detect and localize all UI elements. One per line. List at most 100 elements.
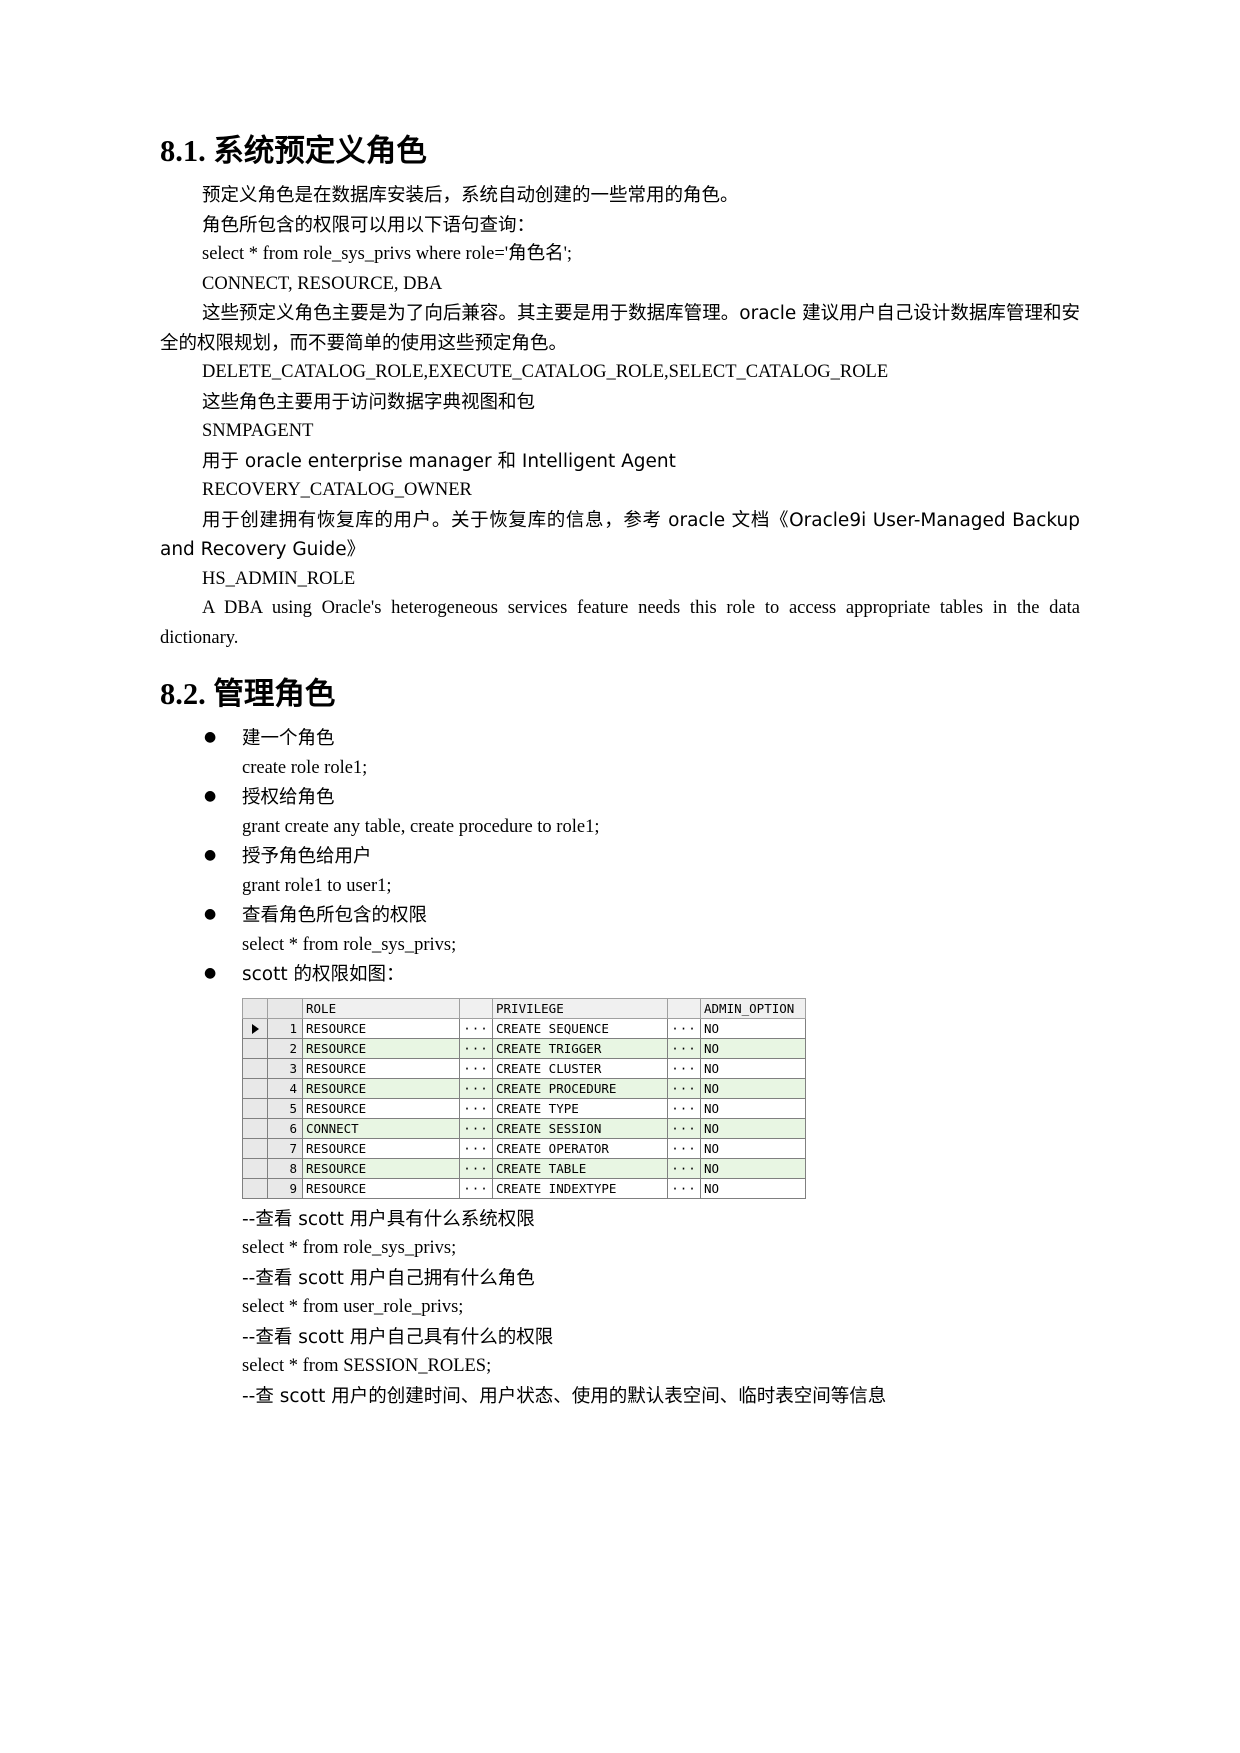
- paragraph-hs-admin-desc: A DBA using Oracle's heterogeneous servi…: [160, 598, 1080, 648]
- cell-privilege-ellipsis[interactable]: ···: [667, 1037, 701, 1059]
- bullet-label: 授权给角色: [242, 787, 335, 809]
- column-header-admin-option[interactable]: ADMIN_OPTION: [700, 997, 806, 1019]
- heading-8-2: 8.2. 管理角色: [160, 675, 1080, 714]
- heading-8-1-title: 系统预定义角色: [213, 134, 427, 169]
- row-selector[interactable]: [242, 1037, 268, 1059]
- cell-role-ellipsis[interactable]: ···: [459, 1137, 493, 1159]
- table-row[interactable]: 9 RESOURCE ··· CREATE INDEXTYPE ··· NO: [242, 1177, 806, 1199]
- cell-privilege: CREATE PROCEDURE: [492, 1077, 668, 1099]
- row-number: 6: [267, 1117, 303, 1139]
- row-selector[interactable]: [242, 1117, 268, 1139]
- table-row[interactable]: 7 RESOURCE ··· CREATE OPERATOR ··· NO: [242, 1137, 806, 1159]
- cell-privilege: CREATE TRIGGER: [492, 1037, 668, 1059]
- header-row-number: [267, 997, 303, 1019]
- table-row[interactable]: 2 RESOURCE ··· CREATE TRIGGER ··· NO: [242, 1037, 806, 1059]
- cell-role-ellipsis[interactable]: ···: [459, 1077, 493, 1099]
- row-selector[interactable]: [242, 1177, 268, 1199]
- table-row[interactable]: 6 CONNECT ··· CREATE SESSION ··· NO: [242, 1117, 806, 1139]
- cell-privilege-ellipsis[interactable]: ···: [667, 1157, 701, 1179]
- code-select-role-sys-privs-where: select * from role_sys_privs where role=…: [202, 244, 573, 265]
- table-row[interactable]: 8 RESOURCE ··· CREATE TABLE ··· NO: [242, 1157, 806, 1179]
- table-row[interactable]: 5 RESOURCE ··· CREATE TYPE ··· NO: [242, 1097, 806, 1119]
- comment-line: --查 scott 用户的创建时间、用户状态、使用的默认表空间、临时表空间等信息: [242, 1385, 887, 1407]
- header-privilege-dots: [667, 997, 701, 1019]
- code-line: select * from SESSION_ROLES;: [242, 1356, 492, 1377]
- cell-admin-option: NO: [700, 1137, 806, 1159]
- code-line: select * from user_role_privs;: [242, 1297, 464, 1318]
- row-selector[interactable]: [242, 1057, 268, 1079]
- row-number: 7: [267, 1137, 303, 1159]
- comment-line: --查看 scott 用户具有什么系统权限: [242, 1208, 535, 1230]
- cell-privilege-ellipsis[interactable]: ···: [667, 1117, 701, 1139]
- table-row[interactable]: 3 RESOURCE ··· CREATE CLUSTER ··· NO: [242, 1057, 806, 1079]
- cell-role: RESOURCE: [302, 1037, 460, 1059]
- column-header-privilege[interactable]: PRIVILEGE: [492, 997, 668, 1019]
- row-number: 8: [267, 1157, 303, 1179]
- code-line: select * from role_sys_privs;: [242, 934, 457, 955]
- heading-8-2-number: 8.2.: [160, 677, 206, 712]
- row-number: 1: [267, 1017, 303, 1039]
- cell-role-ellipsis[interactable]: ···: [459, 1157, 493, 1179]
- code-line: grant role1 to user1;: [242, 875, 392, 896]
- code-line: select * from role_sys_privs;: [242, 1238, 457, 1259]
- column-header-role[interactable]: ROLE: [302, 997, 460, 1019]
- cell-admin-option: NO: [700, 1037, 806, 1059]
- paragraph-dictionary-views: 这些角色主要用于访问数据字典视图和包: [202, 391, 536, 413]
- code-line: grant create any table, create procedure…: [242, 816, 600, 837]
- triangle-right-icon: [251, 1024, 259, 1035]
- cell-role-ellipsis[interactable]: ···: [459, 1117, 493, 1139]
- privileges-table: ROLE PRIVILEGE ADMIN_OPTION 1 RESOURCE ·…: [242, 997, 806, 1199]
- cell-role-ellipsis[interactable]: ···: [459, 1017, 493, 1039]
- cell-admin-option: NO: [700, 1057, 806, 1079]
- cell-role-ellipsis[interactable]: ···: [459, 1097, 493, 1119]
- list-item: 授予角色给用户: [160, 841, 1080, 872]
- table-row[interactable]: 1 RESOURCE ··· CREATE SEQUENCE ··· NO: [242, 1017, 806, 1039]
- cell-role: RESOURCE: [302, 1057, 460, 1079]
- row-selector[interactable]: [242, 1137, 268, 1159]
- row-number: 9: [267, 1177, 303, 1199]
- cell-privilege-ellipsis[interactable]: ···: [667, 1177, 701, 1199]
- bullet-label: 授予角色给用户: [242, 846, 372, 868]
- cell-role: RESOURCE: [302, 1157, 460, 1179]
- cell-role-ellipsis[interactable]: ···: [459, 1057, 493, 1079]
- cell-privilege-ellipsis[interactable]: ···: [667, 1097, 701, 1119]
- cell-admin-option: NO: [700, 1097, 806, 1119]
- cell-role: RESOURCE: [302, 1177, 460, 1199]
- cell-privilege: CREATE CLUSTER: [492, 1057, 668, 1079]
- row-selector[interactable]: [242, 1077, 268, 1099]
- cell-privilege-ellipsis[interactable]: ···: [667, 1017, 701, 1039]
- cell-privilege-ellipsis[interactable]: ···: [667, 1057, 701, 1079]
- list-item: 查看角色所包含的权限: [160, 900, 1080, 931]
- row-number: 2: [267, 1037, 303, 1059]
- cell-privilege-ellipsis[interactable]: ···: [667, 1077, 701, 1099]
- heading-8-1-number: 8.1.: [160, 134, 206, 168]
- heading-8-1: 8.1. 系统预定义角色: [160, 132, 1080, 171]
- paragraph-predefined-roles-intro: 预定义角色是在数据库安装后，系统自动创建的一些常用的角色。: [202, 185, 739, 207]
- cell-privilege: CREATE TABLE: [492, 1157, 668, 1179]
- paragraph-recovery-catalog-desc: 用于创建拥有恢复库的用户。关于恢复库的信息，参考 oracle 文档《Oracl…: [160, 509, 1080, 561]
- paragraph-snmpagent-desc: 用于 oracle enterprise manager 和 Intellige…: [202, 450, 676, 472]
- role-privileges-grid: ROLE PRIVILEGE ADMIN_OPTION 1 RESOURCE ·…: [242, 997, 806, 1199]
- cell-role: RESOURCE: [302, 1017, 460, 1039]
- header-row-indicator: [242, 997, 268, 1019]
- table-header-row: ROLE PRIVILEGE ADMIN_OPTION: [242, 997, 806, 1019]
- header-role-dots: [459, 997, 493, 1019]
- cell-admin-option: NO: [700, 1177, 806, 1199]
- text-snmpagent: SNMPAGENT: [202, 421, 314, 442]
- cell-role-ellipsis[interactable]: ···: [459, 1177, 493, 1199]
- cell-role-ellipsis[interactable]: ···: [459, 1037, 493, 1059]
- cell-admin-option: NO: [700, 1157, 806, 1179]
- text-connect-resource-dba: CONNECT, RESOURCE, DBA: [202, 273, 443, 294]
- heading-8-2-title: 管理角色: [213, 677, 336, 713]
- cell-privilege: CREATE INDEXTYPE: [492, 1177, 668, 1199]
- document-page: 8.1. 系统预定义角色 预定义角色是在数据库安装后，系统自动创建的一些常用的角…: [0, 0, 1240, 1753]
- row-selector[interactable]: [242, 1157, 268, 1179]
- row-selector-current[interactable]: [242, 1017, 268, 1039]
- row-selector[interactable]: [242, 1097, 268, 1119]
- cell-privilege-ellipsis[interactable]: ···: [667, 1137, 701, 1159]
- cell-privilege: CREATE SESSION: [492, 1117, 668, 1139]
- trailing-sql-lines: --查看 scott 用户具有什么系统权限 select * from role…: [160, 1205, 1080, 1412]
- list-item: scott 的权限如图：: [160, 959, 1080, 990]
- cell-role: RESOURCE: [302, 1097, 460, 1119]
- table-row[interactable]: 4 RESOURCE ··· CREATE PROCEDURE ··· NO: [242, 1077, 806, 1099]
